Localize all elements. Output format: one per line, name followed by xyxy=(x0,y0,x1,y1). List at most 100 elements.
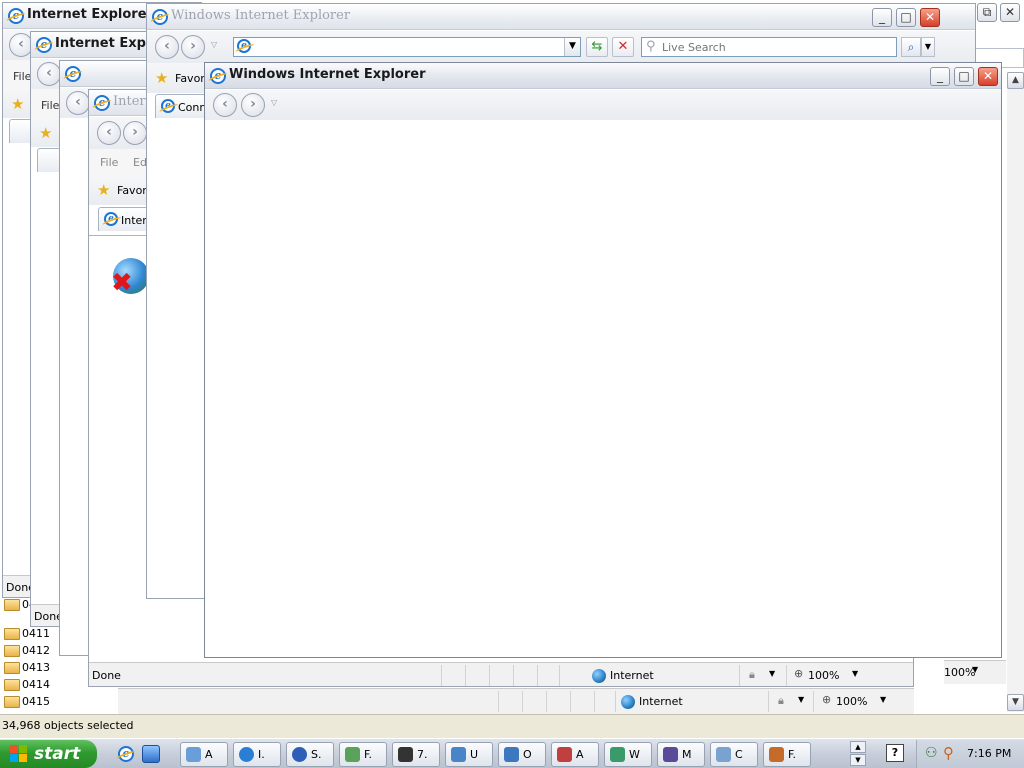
folder-icon xyxy=(4,645,20,657)
address-dropdown-button[interactable]: ▼ xyxy=(564,38,580,56)
taskbar-button[interactable]: I. xyxy=(233,742,281,767)
maximize-button[interactable]: □ xyxy=(896,8,916,27)
status-divider xyxy=(768,691,769,712)
scroll-down-arrow[interactable]: ▼ xyxy=(850,754,866,766)
forward-button[interactable]: › xyxy=(123,121,147,145)
back-button[interactable]: ‹ xyxy=(155,35,179,59)
tab[interactable] xyxy=(37,148,61,172)
restore-button[interactable]: ⧉ xyxy=(977,3,997,22)
zone-label: Internet xyxy=(610,669,654,682)
star-icon[interactable]: ★ xyxy=(97,181,110,199)
taskbar-scroll[interactable]: ▲ ▼ xyxy=(850,741,866,767)
start-button[interactable]: start xyxy=(0,740,97,768)
folder-item[interactable]: 0411 xyxy=(0,626,60,642)
scroll-up-arrow[interactable]: ▲ xyxy=(1007,72,1024,89)
close-button[interactable]: ✕ xyxy=(1000,3,1020,22)
taskbar-button[interactable]: O xyxy=(498,742,546,767)
menu-file[interactable]: File xyxy=(13,70,31,83)
forward-button[interactable]: › xyxy=(241,93,265,117)
stop-button[interactable]: ✕ xyxy=(612,37,634,57)
page-content xyxy=(205,120,1001,657)
search-button[interactable]: ⌕ xyxy=(901,37,921,57)
zoom-icon[interactable]: ⊕ xyxy=(822,693,831,706)
taskbar-button[interactable]: 7. xyxy=(392,742,440,767)
search-options-button[interactable]: ▼ xyxy=(921,37,935,57)
address-bar[interactable]: e ▼ xyxy=(233,37,581,57)
minimize-button[interactable]: _ xyxy=(872,8,892,27)
app-icon xyxy=(663,747,678,762)
status-divider xyxy=(441,665,442,686)
back-button[interactable]: ‹ xyxy=(37,62,61,86)
back-button[interactable]: ‹ xyxy=(66,91,90,115)
taskbar-button[interactable]: M xyxy=(657,742,705,767)
folder-icon xyxy=(4,696,20,708)
menu-file[interactable]: File xyxy=(100,156,118,169)
app-icon xyxy=(557,747,572,762)
star-icon[interactable]: ★ xyxy=(39,124,52,142)
star-icon[interactable]: ★ xyxy=(11,95,24,113)
taskbar-button[interactable]: U xyxy=(445,742,493,767)
clock[interactable]: 7:16 PM xyxy=(967,747,1011,760)
chevron-down-icon[interactable]: ▼ xyxy=(852,669,858,678)
zoom-icon[interactable]: ⊕ xyxy=(794,667,803,680)
close-button[interactable]: ✕ xyxy=(978,67,998,86)
search-icon[interactable]: ⚲ xyxy=(943,744,954,762)
folder-item[interactable]: 0415 xyxy=(0,694,60,710)
favorites-label[interactable]: Favor xyxy=(117,184,147,197)
maximize-button[interactable]: □ xyxy=(954,67,974,86)
vertical-scrollbar[interactable]: ▲ ▼ xyxy=(1007,72,1024,712)
app-icon xyxy=(769,747,784,762)
status-bar-fragment: 100% ▼ xyxy=(944,660,1006,684)
taskbar-button[interactable]: W xyxy=(604,742,652,767)
error-x-icon: ✖ xyxy=(111,268,133,298)
chevron-down-icon[interactable]: ▼ xyxy=(880,695,886,704)
chevron-down-icon[interactable]: ▼ xyxy=(798,695,804,704)
protected-mode-icon[interactable]: 🔒︎ xyxy=(778,694,784,708)
status-divider xyxy=(615,691,616,712)
chevron-down-icon[interactable]: ▼ xyxy=(769,669,775,678)
zoom-level[interactable]: 100% xyxy=(808,669,839,682)
minimize-button[interactable]: _ xyxy=(930,67,950,86)
status-divider xyxy=(465,665,466,686)
taskbar-button-label: A xyxy=(205,748,213,761)
taskbar-button[interactable]: S. xyxy=(286,742,334,767)
menu-file[interactable]: File xyxy=(41,99,59,112)
ie-quick-launch-icon[interactable]: e xyxy=(118,746,134,762)
network-icon[interactable]: ⚇ xyxy=(925,745,938,761)
app-icon xyxy=(186,747,201,762)
status-divider xyxy=(570,691,571,712)
taskbar-button[interactable]: F. xyxy=(339,742,387,767)
zone-label: Internet xyxy=(639,695,683,708)
zoom-level[interactable]: 100% xyxy=(836,695,867,708)
refresh-button[interactable]: ⇆ xyxy=(586,37,608,57)
scroll-up-arrow[interactable]: ▲ xyxy=(850,741,866,753)
taskbar-button[interactable]: C xyxy=(710,742,758,767)
back-button[interactable]: ‹ xyxy=(213,93,237,117)
recent-pages-chevron-icon[interactable]: ▽ xyxy=(271,98,277,107)
status-divider xyxy=(739,665,740,686)
windows-logo-green xyxy=(19,745,27,753)
taskbar-button[interactable]: A xyxy=(180,742,228,767)
star-icon[interactable]: ★ xyxy=(155,69,168,87)
folder-item[interactable]: 0413 xyxy=(0,660,60,676)
favorites-label[interactable]: Favor xyxy=(175,72,205,85)
forward-button[interactable]: › xyxy=(181,35,205,59)
help-tray-button[interactable]: ? xyxy=(886,744,904,762)
taskbar-button[interactable]: A xyxy=(551,742,599,767)
scroll-down-arrow[interactable]: ▼ xyxy=(1007,694,1024,711)
folder-item[interactable]: 0412 xyxy=(0,643,60,659)
recent-pages-chevron-icon[interactable]: ▽ xyxy=(211,40,217,49)
status-divider xyxy=(498,691,499,712)
taskbar-button[interactable]: F. xyxy=(763,742,811,767)
search-input[interactable] xyxy=(662,40,892,54)
protected-mode-icon[interactable]: 🔒︎ xyxy=(749,668,755,682)
menu-edit[interactable]: Ed xyxy=(133,156,147,169)
zoom-level[interactable]: 100% xyxy=(944,666,975,679)
folder-item[interactable]: 0414 xyxy=(0,677,60,693)
close-button[interactable]: ✕ xyxy=(920,8,940,27)
quick-launch-icon[interactable] xyxy=(142,745,160,763)
search-box[interactable]: ⚲ xyxy=(641,37,897,57)
back-button[interactable]: ‹ xyxy=(97,121,121,145)
status-divider xyxy=(559,665,560,686)
chevron-down-icon[interactable]: ▼ xyxy=(972,665,978,674)
